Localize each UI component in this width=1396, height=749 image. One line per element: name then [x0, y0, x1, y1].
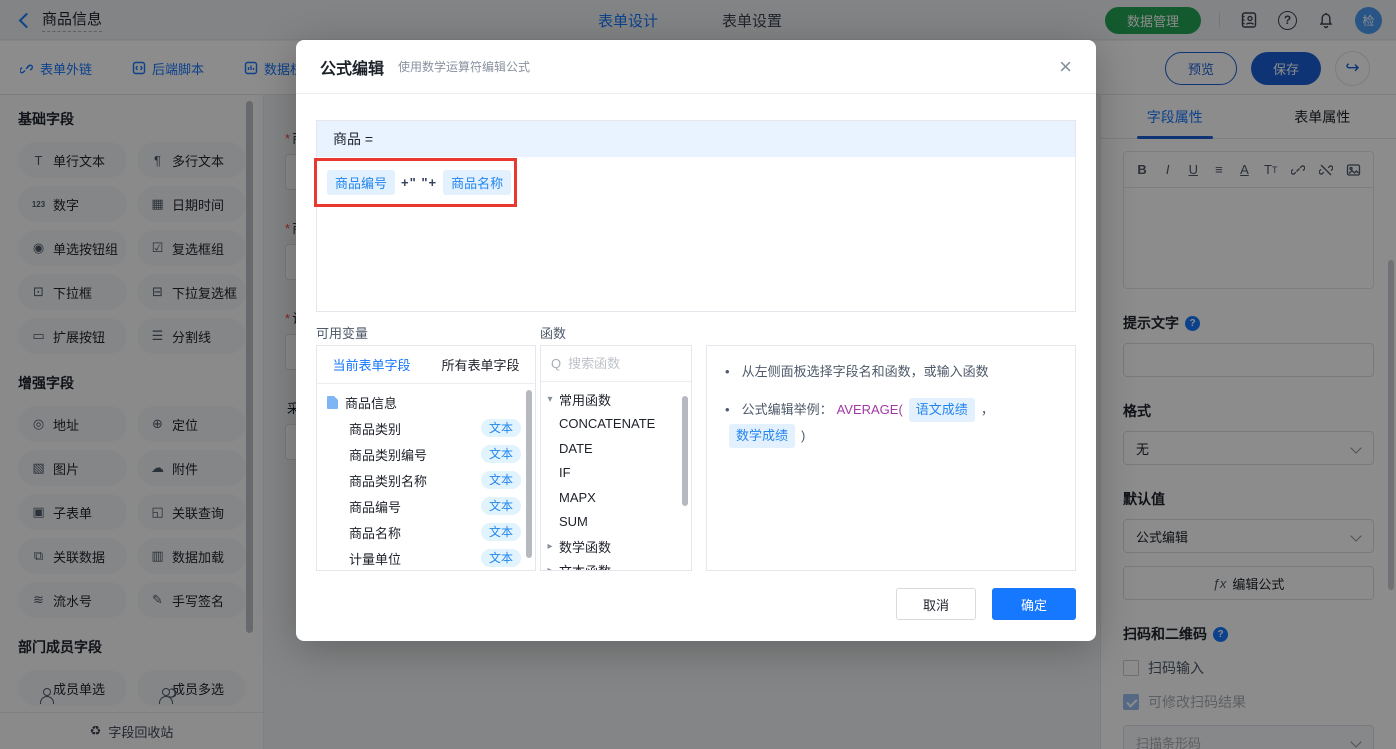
tip-example-close: )	[801, 428, 806, 443]
tab-current-form-fields[interactable]: 当前表单字段	[317, 346, 426, 383]
variable-item[interactable]: 商品类别编号 文本	[317, 441, 535, 467]
tip-example-function: AVERAGE(	[836, 402, 903, 417]
formula-target: 商品 =	[317, 121, 1075, 157]
variable-item[interactable]: 计量单位 文本	[317, 545, 535, 570]
type-badge: 文本	[480, 471, 521, 489]
function-group-text[interactable]: ▸文本函数	[541, 559, 691, 571]
functions-panel: Q ▾常用函数 CONCATENATE DATE IF MAPX SUM ▸数学…	[540, 345, 692, 571]
highlight-box: 商品编号 +" "+ 商品名称	[314, 158, 517, 207]
tab-all-form-fields[interactable]: 所有表单字段	[426, 346, 535, 383]
function-item[interactable]: MAPX	[541, 485, 691, 510]
variables-scrollbar[interactable]	[526, 390, 532, 558]
type-badge: 文本	[480, 419, 521, 437]
tip-example-comma: ，	[980, 402, 994, 417]
bullet-icon: •	[725, 402, 730, 417]
functions-scrollbar[interactable]	[682, 396, 688, 506]
function-search-input[interactable]	[568, 356, 669, 371]
cancel-button[interactable]: 取消	[896, 588, 976, 620]
formula-field-chip[interactable]: 商品名称	[443, 170, 512, 195]
function-item[interactable]: IF	[541, 461, 691, 486]
tip-example-chip: 语文成绩	[908, 398, 975, 422]
variables-panel: 当前表单字段 所有表单字段 商品信息 商品类别 文本 商品类别编号 文本 商品类别名…	[316, 345, 536, 571]
variable-item[interactable]: 商品编号 文本	[317, 493, 535, 519]
tips-panel: • 从左侧面板选择字段名和函数，或输入函数 • 公式编辑举例： AVERAGE(…	[706, 345, 1076, 571]
app-root: 商品信息 表单设计 表单设置 数据管理 ? 检 表单外链 后端脚本 数据权限 预…	[0, 0, 1396, 749]
variable-item[interactable]: 商品类别 文本	[317, 415, 535, 441]
modal-title: 公式编辑	[320, 60, 385, 78]
function-group-common[interactable]: ▾ 常用函数	[541, 387, 691, 412]
chevron-right-icon: ▸	[547, 565, 553, 571]
formula-edit-modal: 公式编辑 使用数学运算符编辑公式 × 商品 = 商品编号 +" "+ 商品名称 …	[296, 40, 1096, 641]
type-badge: 文本	[480, 523, 521, 541]
function-item[interactable]: SUM	[541, 510, 691, 535]
variables-section-label: 可用变量	[316, 326, 369, 341]
modal-subtitle: 使用数学运算符编辑公式	[398, 60, 531, 74]
confirm-button[interactable]: 确定	[992, 588, 1076, 620]
bullet-icon: •	[725, 364, 730, 379]
type-badge: 文本	[480, 549, 521, 567]
formula-field-chip[interactable]: 商品编号	[327, 170, 396, 195]
formula-editor[interactable]: 商品 = 商品编号 +" "+ 商品名称	[314, 120, 1076, 312]
function-item[interactable]: CONCATENATE	[541, 412, 691, 437]
tip-text: 从左侧面板选择字段名和函数，或输入函数	[741, 364, 989, 379]
chevron-right-icon: ▸	[547, 540, 553, 552]
chevron-down-icon: ▾	[547, 393, 553, 405]
function-group-math[interactable]: ▸ 数学函数	[541, 534, 691, 559]
form-doc-icon	[327, 395, 338, 409]
close-icon[interactable]: ×	[1059, 55, 1072, 78]
type-badge: 文本	[480, 445, 521, 463]
variable-item[interactable]: 商品名称 文本	[317, 519, 535, 545]
formula-operator: +" "+	[401, 175, 438, 190]
tip-example-chip: 数学成绩	[729, 424, 796, 448]
search-icon: Q	[551, 356, 562, 371]
functions-section-label: 函数	[540, 326, 567, 341]
type-badge: 文本	[480, 497, 521, 515]
tip-example-prefix: 公式编辑举例：	[741, 402, 833, 417]
variable-group[interactable]: 商品信息	[317, 389, 535, 415]
function-item[interactable]: DATE	[541, 436, 691, 461]
variable-item[interactable]: 商品类别名称 文本	[317, 467, 535, 493]
